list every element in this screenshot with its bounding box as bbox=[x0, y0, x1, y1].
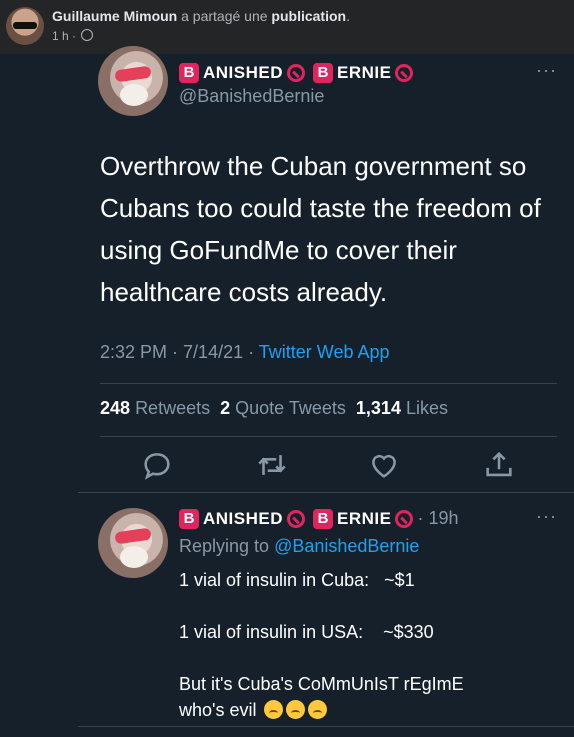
reply-icon[interactable] bbox=[140, 448, 174, 482]
letter-badge: B bbox=[179, 508, 199, 529]
no-entry-icon bbox=[395, 64, 414, 82]
share-icon[interactable] bbox=[482, 448, 516, 482]
divider bbox=[78, 726, 574, 727]
tweet-time[interactable]: 2:32 PM bbox=[100, 342, 167, 362]
replying-to-handle[interactable]: @BanishedBernie bbox=[274, 536, 419, 556]
tweet-actions bbox=[100, 448, 560, 482]
divider bbox=[100, 383, 557, 384]
share-meta: 1 h · bbox=[52, 29, 94, 43]
poster-name[interactable]: Guillaume Mimoun bbox=[52, 8, 177, 24]
likes-stat[interactable]: 1,314 Likes bbox=[356, 398, 448, 418]
quotes-stat[interactable]: 2 Quote Tweets bbox=[220, 398, 346, 418]
tweet-stats: 248 Retweets 2 Quote Tweets 1,314 Likes bbox=[100, 398, 448, 419]
tweet-author-handle[interactable]: @BanishedBernie bbox=[179, 86, 324, 107]
retweets-stat[interactable]: 248 Retweets bbox=[100, 398, 210, 418]
tweet-author-name[interactable]: B ANISHED B ERNIE bbox=[179, 63, 414, 83]
divider bbox=[78, 492, 574, 493]
shared-object-link[interactable]: publication bbox=[271, 8, 346, 24]
tweet-date[interactable]: 7/14/21 bbox=[183, 342, 243, 362]
facebook-share-header: Guillaume Mimoun a partagé une publicati… bbox=[0, 0, 574, 54]
more-options-icon[interactable]: ··· bbox=[536, 60, 557, 81]
upside-down-face-icon bbox=[308, 700, 328, 719]
more-options-icon[interactable]: ··· bbox=[536, 506, 557, 527]
letter-badge: B bbox=[179, 63, 199, 83]
reply-author-name[interactable]: B ANISHED B ERNIE · 19h bbox=[179, 508, 459, 529]
upside-down-face-icon bbox=[264, 700, 284, 719]
reply-author-avatar[interactable] bbox=[98, 508, 168, 578]
upside-down-face-icon bbox=[286, 700, 306, 719]
retweet-icon[interactable] bbox=[255, 448, 289, 482]
poster-avatar[interactable] bbox=[6, 7, 44, 45]
like-icon[interactable] bbox=[367, 448, 401, 482]
tweet-text: Overthrow the Cuban government so Cubans… bbox=[100, 151, 541, 307]
share-time[interactable]: 1 h bbox=[52, 29, 69, 43]
globe-icon[interactable] bbox=[81, 29, 94, 41]
share-line: Guillaume Mimoun a partagé une publicati… bbox=[52, 8, 350, 24]
letter-badge: B bbox=[313, 63, 334, 83]
tweet-author-avatar[interactable] bbox=[98, 46, 168, 116]
reply-text: 1 vial of insulin in Cuba: ~$1 1 vial of… bbox=[179, 570, 464, 720]
divider bbox=[100, 436, 557, 437]
reply-age[interactable]: · 19h bbox=[417, 508, 458, 529]
tweet-meta: 2:32 PM · 7/14/21 · Twitter Web App bbox=[100, 342, 390, 362]
no-entry-icon bbox=[287, 64, 306, 82]
tweet-source-link[interactable]: Twitter Web App bbox=[259, 342, 390, 362]
letter-badge: B bbox=[313, 508, 334, 529]
no-entry-icon bbox=[395, 509, 414, 528]
replying-to: Replying to @BanishedBernie bbox=[179, 536, 420, 556]
no-entry-icon bbox=[287, 509, 306, 528]
share-action: a partagé une bbox=[181, 8, 268, 24]
